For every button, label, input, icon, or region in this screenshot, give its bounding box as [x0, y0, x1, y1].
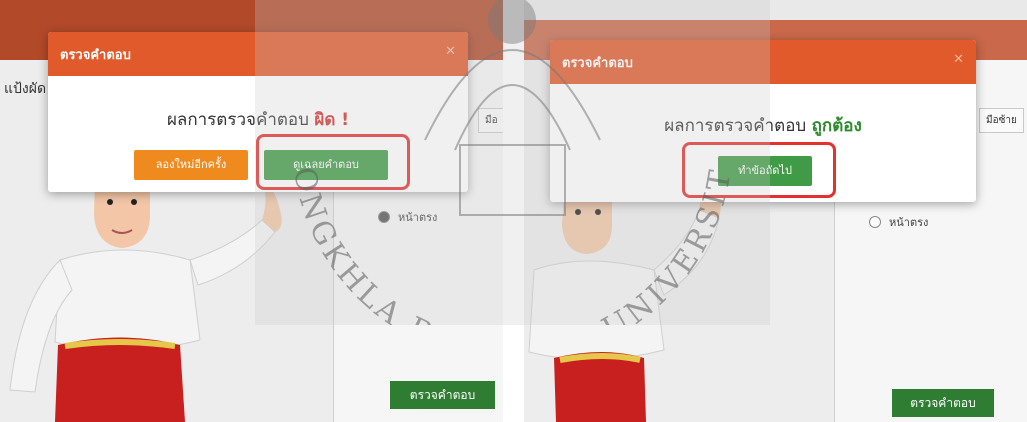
- left-screenshot: แป้งผัด มือ หน้าตรง ตรวจคำตอบ ตรวจคำตอบ …: [0, 0, 503, 422]
- dancer-illustration: [9, 160, 282, 422]
- dancer-eye-left: [107, 199, 113, 205]
- highlight-box: [256, 134, 410, 190]
- close-icon[interactable]: ✕: [445, 44, 456, 59]
- option-front[interactable]: หน้าตรง: [378, 208, 437, 226]
- close-icon[interactable]: ✕: [953, 52, 964, 67]
- partial-instruction-text: แป้งผัด: [4, 81, 47, 97]
- modal-header: ตรวจคำตอบ ✕: [48, 32, 468, 76]
- dancer-right-arm: [653, 209, 720, 296]
- highlight-box: [682, 142, 836, 198]
- left-hand-tab[interactable]: มือซ้าย: [979, 108, 1024, 133]
- check-answer-button[interactable]: ตรวจคำตอบ: [390, 381, 495, 409]
- modal-title: ตรวจคำตอบ: [60, 47, 131, 63]
- radio-icon[interactable]: [378, 211, 390, 223]
- dancer-eye-right: [131, 199, 137, 205]
- dancer-shirt: [528, 260, 665, 360]
- retry-button[interactable]: ลองใหม่อีกครั้ง: [134, 150, 248, 180]
- option-front[interactable]: หน้าตรง: [869, 213, 928, 231]
- result-line: ผลการตรวจคำตอบ ผิด !: [48, 106, 468, 133]
- result-prefix: ผลการตรวจคำตอบ: [664, 116, 807, 136]
- dancer-right-arm: [189, 219, 276, 286]
- dancer-red-cloth: [554, 352, 646, 422]
- dancer-red-cloth: [55, 337, 185, 422]
- modal-title: ตรวจคำตอบ: [562, 55, 633, 71]
- hand-tab[interactable]: มือ: [478, 108, 503, 133]
- result-correct-text: ถูกต้อง: [811, 116, 862, 136]
- dancer-eye-left: [575, 209, 581, 215]
- dancer-illustration: [528, 170, 721, 422]
- result-prefix: ผลการตรวจคำตอบ: [166, 110, 309, 130]
- result-wrong-text: ผิด !: [314, 110, 350, 130]
- dancer-shirt: [54, 249, 201, 352]
- result-line: ผลการตรวจคำตอบ ถูกต้อง: [550, 112, 976, 139]
- option-label: หน้าตรง: [889, 216, 929, 229]
- modal-header: ตรวจคำตอบ ✕: [550, 40, 976, 84]
- radio-icon[interactable]: [869, 216, 881, 228]
- right-screenshot: มือซ้าย หน้าตรง ตรวจคำตอบ ตรวจคำตอบ ✕ ผล…: [524, 0, 1027, 422]
- check-answer-button[interactable]: ตรวจคำตอบ: [892, 389, 994, 417]
- option-label: หน้าตรง: [398, 211, 438, 224]
- dancer-eye-right: [595, 209, 601, 215]
